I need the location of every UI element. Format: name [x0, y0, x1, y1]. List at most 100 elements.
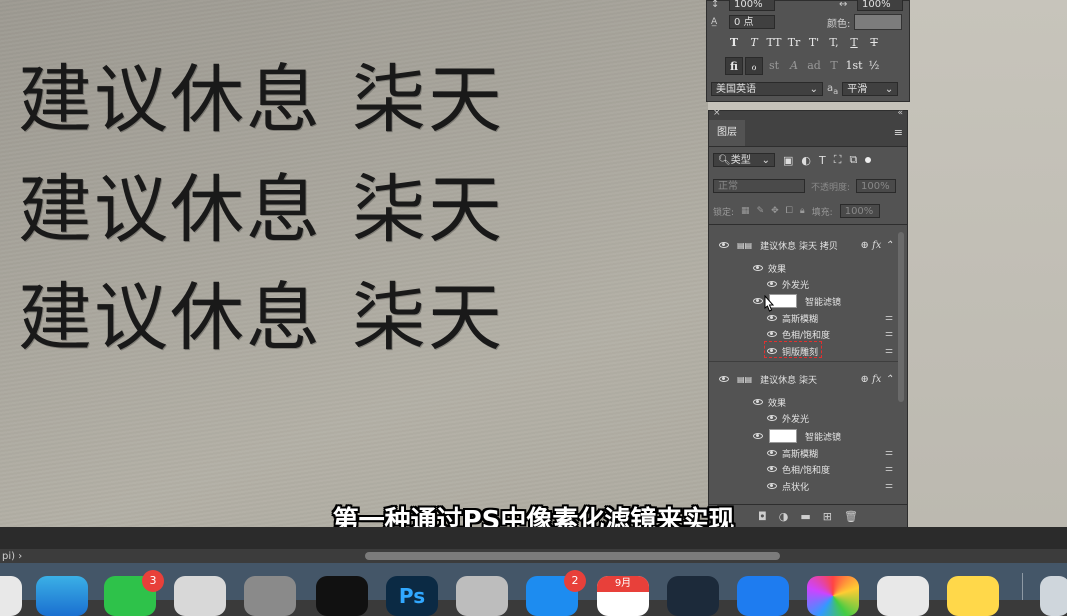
- fill-label: 填充:: [811, 207, 833, 218]
- ligatures-button[interactable]: fi: [725, 57, 743, 75]
- tracking-field[interactable]: 0 点: [729, 15, 775, 29]
- color-swatch[interactable]: [854, 14, 903, 30]
- dock-photoshop-icon[interactable]: Ps: [386, 576, 438, 616]
- filter-adjustment-icon[interactable]: ◐: [801, 154, 811, 167]
- filter-eye-icon[interactable]: [767, 450, 777, 456]
- close-icon[interactable]: ×: [713, 108, 721, 118]
- all-caps-button[interactable]: TT: [765, 34, 783, 52]
- filter-eye-icon[interactable]: [767, 315, 777, 321]
- effects-eye-icon[interactable]: [753, 399, 763, 405]
- dock-settings-icon[interactable]: [244, 576, 296, 616]
- language-select[interactable]: 美国英语 ⌄: [711, 82, 823, 96]
- superscript-button[interactable]: T': [805, 34, 823, 52]
- blend-row: 正常 不透明度: 100%: [713, 179, 897, 193]
- layer-row-original[interactable]: ▤▤ 建议休息 柒天 ⊕ fx ⌃: [709, 369, 899, 389]
- collapse-icon[interactable]: «: [897, 108, 903, 118]
- horizontal-scrollbar[interactable]: [365, 552, 780, 560]
- dock-davinci-icon[interactable]: [667, 576, 719, 616]
- visibility-eye-icon[interactable]: [719, 376, 729, 382]
- panel-menu-icon[interactable]: ≡: [894, 126, 903, 139]
- filter-eye-icon[interactable]: [767, 466, 777, 472]
- smart-filters-eye-icon[interactable]: [753, 433, 763, 439]
- small-caps-button[interactable]: Tr: [785, 34, 803, 52]
- filter-mask-thumbnail[interactable]: [769, 429, 797, 443]
- lock-position-icon[interactable]: ✥: [771, 206, 779, 216]
- outer-glow-eye-icon[interactable]: [767, 281, 777, 287]
- filter-row-huesat[interactable]: 色相/饱和度 ⚌: [709, 326, 899, 342]
- faux-italic-button[interactable]: T: [745, 34, 763, 52]
- filter-name: 色相/饱和度: [782, 465, 831, 476]
- filter-type-icon[interactable]: T: [819, 154, 826, 167]
- filter-name: 点状化: [782, 482, 810, 493]
- filter-eye-icon[interactable]: [767, 331, 777, 337]
- swash-button[interactable]: A: [785, 57, 803, 75]
- visibility-eye-icon[interactable]: [719, 242, 729, 248]
- dock-trash-icon[interactable]: [1040, 576, 1067, 616]
- filter-options-icon[interactable]: ⚌: [885, 481, 893, 491]
- smart-filters-row[interactable]: 智能滤镜: [709, 428, 899, 444]
- lock-image-icon[interactable]: ✎: [757, 206, 765, 216]
- effects-eye-icon[interactable]: [753, 265, 763, 271]
- layers-scrollbar[interactable]: [898, 232, 904, 402]
- outer-glow-row[interactable]: 外发光: [709, 410, 899, 426]
- fill-field[interactable]: 100%: [839, 204, 880, 218]
- discretionary-ligatures-button[interactable]: ℴ: [745, 57, 763, 75]
- blend-mode-select[interactable]: 正常: [713, 179, 805, 193]
- filter-options-icon[interactable]: ⚌: [885, 346, 893, 356]
- filter-name: 高斯模糊: [782, 449, 819, 460]
- filter-options-icon[interactable]: ⚌: [885, 329, 893, 339]
- lock-artboard-icon[interactable]: ⧠: [786, 206, 793, 216]
- smart-filters-row[interactable]: 智能滤镜: [709, 293, 899, 309]
- tracking-row: A̲ 0 点 颜色:: [711, 14, 903, 30]
- dock-edge-icon[interactable]: [36, 576, 88, 616]
- vertical-scale-field[interactable]: 100%: [729, 0, 775, 11]
- fx-icon[interactable]: ⊕ fx ⌃: [861, 374, 893, 385]
- antialias-select[interactable]: 平滑 ⌄: [842, 82, 899, 96]
- scale-row: ↕ 100% ↔ 100%: [711, 0, 903, 11]
- stylistic-alternates-button[interactable]: st: [765, 57, 783, 75]
- lock-label: 锁定:: [713, 207, 735, 218]
- strikethrough-button[interactable]: T: [865, 34, 883, 52]
- outer-glow-eye-icon[interactable]: [767, 415, 777, 421]
- filter-eye-icon[interactable]: [767, 483, 777, 489]
- filter-toggle-icon[interactable]: [865, 157, 872, 163]
- filter-pixel-icon[interactable]: ▣: [783, 154, 793, 167]
- fx-icon[interactable]: ⊕ fx ⌃: [861, 240, 893, 251]
- dock-lark-icon[interactable]: [737, 576, 789, 616]
- filter-row-gaussian[interactable]: 高斯模糊 ⚌: [709, 445, 899, 461]
- filter-row-huesat[interactable]: 色相/饱和度 ⚌: [709, 461, 899, 477]
- document-canvas[interactable]: 建议休息 柒天 建议休息 柒天 建议休息 柒天: [0, 0, 708, 527]
- dock-notes-icon[interactable]: [947, 576, 999, 616]
- titling-alternates-button[interactable]: ad: [805, 57, 823, 75]
- horizontal-scale-field[interactable]: 100%: [857, 0, 903, 11]
- dock-capcut-icon[interactable]: [316, 576, 368, 616]
- subscript-button[interactable]: T,: [825, 34, 843, 52]
- filter-smartobject-icon[interactable]: ⧉: [849, 153, 857, 167]
- filter-kind-select[interactable]: 🔍︎类型 ⌄: [713, 153, 775, 167]
- dock-preview-icon[interactable]: [877, 576, 929, 616]
- dock-calculator-icon[interactable]: [456, 576, 508, 616]
- faux-bold-button[interactable]: T: [725, 34, 743, 52]
- smart-object-thumbnail-icon: ▤▤: [737, 240, 753, 250]
- filter-options-icon[interactable]: ⚌: [885, 448, 893, 458]
- dock-app-icon[interactable]: [0, 576, 22, 616]
- dock-photos-icon[interactable]: [807, 576, 859, 616]
- filter-options-icon[interactable]: ⚌: [885, 464, 893, 474]
- lock-transparent-icon[interactable]: ▦: [741, 206, 750, 216]
- filter-shape-icon[interactable]: ⛶: [834, 153, 842, 167]
- fractions-button[interactable]: ½: [865, 57, 883, 75]
- filter-options-icon[interactable]: ⚌: [885, 313, 893, 323]
- contextual-alternates-button[interactable]: T: [825, 57, 843, 75]
- filter-row-pointillize[interactable]: 点状化 ⚌: [709, 478, 899, 494]
- lock-all-icon[interactable]: 🔒︎: [800, 206, 805, 216]
- outer-glow-row[interactable]: 外发光: [709, 276, 899, 292]
- opacity-field[interactable]: 100%: [856, 179, 897, 193]
- layer-row-copy[interactable]: ▤▤ 建议休息 柒天 拷贝 ⊕ fx ⌃: [709, 235, 899, 255]
- filter-row-gaussian[interactable]: 高斯模糊 ⚌: [709, 310, 899, 326]
- effects-label: 效果: [768, 264, 787, 275]
- tab-layers[interactable]: 图层: [709, 120, 745, 146]
- underline-button[interactable]: T: [845, 34, 863, 52]
- dock-launchpad-icon[interactable]: [174, 576, 226, 616]
- ordinals-button[interactable]: 1st: [845, 57, 863, 75]
- dock-calendar-icon[interactable]: 9月: [597, 576, 649, 616]
